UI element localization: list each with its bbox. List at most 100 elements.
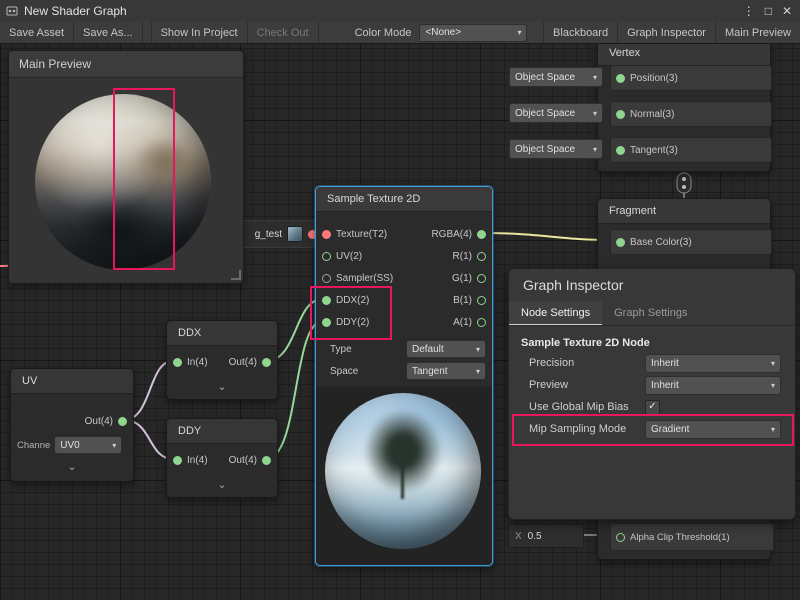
resize-grip[interactable]	[231, 270, 241, 280]
uv-node-header[interactable]: UV	[11, 369, 133, 394]
main-preview-title: Main Preview	[19, 57, 91, 71]
g-output-port[interactable]	[477, 274, 486, 283]
sample-row-ddx: DDX(2) B(1)	[316, 289, 492, 311]
chevron-down-icon: ▾	[771, 425, 775, 434]
sampler-input-port[interactable]	[322, 274, 331, 283]
ddy-expand-toggle[interactable]: ⌄	[167, 479, 277, 491]
fragment-node-title: Fragment	[609, 205, 656, 217]
b-output-label: B(1)	[453, 295, 472, 306]
ddy-node[interactable]: DDY In(4) Out(4) ⌄	[166, 418, 278, 498]
close-button[interactable]: ✕	[782, 4, 792, 18]
save-asset-button[interactable]: Save Asset	[0, 22, 74, 43]
ddx-out-port[interactable]	[262, 358, 271, 367]
graph-inspector-panel[interactable]: Graph Inspector Node Settings Graph Sett…	[508, 268, 796, 520]
sample-node-title: Sample Texture 2D	[327, 193, 420, 205]
uv-input-label: UV(2)	[336, 251, 362, 262]
base-color-port[interactable]	[616, 238, 625, 247]
r-output-port[interactable]	[477, 252, 486, 261]
ddy-row: In(4) Out(4)	[167, 447, 277, 473]
type-dropdown[interactable]: Default ▾	[406, 340, 486, 358]
b-output-port[interactable]	[477, 296, 486, 305]
sample-node-preview[interactable]	[316, 387, 492, 565]
position-space-dropdown[interactable]: Object Space ▾	[509, 67, 603, 87]
mip-mode-dropdown[interactable]: Gradient ▾	[645, 420, 781, 439]
alpha-clip-value: 0.5	[528, 531, 542, 542]
uv-input-port[interactable]	[322, 252, 331, 261]
ddx-row: In(4) Out(4)	[167, 349, 277, 375]
ddx-node-header[interactable]: DDX	[167, 321, 277, 346]
chevron-down-icon: ▾	[476, 367, 480, 376]
vertex-node-header[interactable]: Vertex	[598, 41, 770, 66]
blackboard-toggle-button[interactable]: Blackboard	[543, 22, 617, 43]
normal-port[interactable]	[616, 110, 625, 119]
uv-node[interactable]: UV Out(4) Channe UV0 ▾ ⌄	[10, 368, 134, 482]
uv-channel-dropdown[interactable]: UV0 ▾	[54, 436, 122, 454]
more-menu-button[interactable]: ⋮	[743, 4, 755, 18]
sample-node-header[interactable]: Sample Texture 2D	[316, 187, 492, 212]
tangent-port[interactable]	[616, 146, 625, 155]
vertex-row-position[interactable]: Position(3)	[610, 65, 772, 91]
ddx-input-port[interactable]	[322, 296, 331, 305]
ddy-node-title: DDY	[178, 425, 201, 437]
space-dropdown[interactable]: Tangent ▾	[406, 362, 486, 380]
precision-dropdown[interactable]: Inherit ▾	[645, 354, 781, 373]
preview-row: Preview Inherit ▾	[521, 374, 783, 396]
color-mode-dropdown[interactable]: <None> ▾	[419, 24, 527, 42]
tangent-space-dropdown[interactable]: Object Space ▾	[509, 139, 603, 159]
vertex-row-tangent[interactable]: Tangent(3)	[610, 137, 772, 163]
maximize-button[interactable]: □	[765, 4, 772, 18]
texture-input-port[interactable]	[322, 230, 331, 239]
fragment-row-alpha-clip[interactable]: Alpha Clip Threshold(1)	[610, 523, 774, 551]
preview-dropdown[interactable]: Inherit ▾	[645, 376, 781, 395]
ddx-node[interactable]: DDX In(4) Out(4) ⌄	[166, 320, 278, 400]
sample-texture-2d-node[interactable]: Sample Texture 2D Texture(T2) RGBA(4) UV…	[315, 186, 493, 566]
color-mode-value: <None>	[425, 27, 461, 38]
normal-space-dropdown[interactable]: Object Space ▾	[509, 103, 603, 123]
ddy-node-header[interactable]: DDY	[167, 419, 277, 444]
alpha-clip-port[interactable]	[616, 533, 625, 542]
chevron-down-icon: ▾	[476, 345, 480, 354]
graph-inspector-toggle-button[interactable]: Graph Inspector	[617, 22, 715, 43]
precision-row: Precision Inherit ▾	[521, 352, 783, 374]
uv-channel-row: Channe UV0 ▾	[11, 435, 133, 455]
tab-node-settings[interactable]: Node Settings	[509, 301, 602, 325]
window-title: New Shader Graph	[24, 4, 127, 18]
ddy-in-label: In(4)	[187, 455, 208, 466]
sampler-input-label: Sampler(SS)	[336, 273, 393, 284]
mip-bias-checkbox[interactable]: ✓	[645, 400, 660, 415]
fragment-row-base-color[interactable]: Base Color(3)	[610, 229, 772, 255]
ddx-in-port[interactable]	[173, 358, 182, 367]
preview-label: Preview	[521, 379, 568, 391]
main-preview-body[interactable]	[9, 78, 243, 282]
save-as-button[interactable]: Save As...	[74, 22, 143, 43]
uv-out-port[interactable]	[118, 417, 127, 426]
ddy-out-port[interactable]	[262, 456, 271, 465]
sample-row-texture: Texture(T2) RGBA(4)	[316, 223, 492, 245]
vertex-node[interactable]: Vertex Position(3) Normal(3) Tangent(3)	[597, 40, 771, 172]
main-preview-toggle-button[interactable]: Main Preview	[715, 22, 800, 43]
title-bar: New Shader Graph ⋮ □ ✕	[0, 0, 800, 23]
fragment-node-header[interactable]: Fragment	[598, 199, 770, 224]
ddy-input-port[interactable]	[322, 318, 331, 327]
sample-preview-sphere[interactable]	[325, 393, 481, 549]
uv-node-title: UV	[22, 375, 37, 387]
ddy-in-port[interactable]	[173, 456, 182, 465]
chevron-down-icon: ▾	[593, 109, 597, 118]
sample-row-ddy: DDY(2) A(1)	[316, 311, 492, 333]
uv-expand-toggle[interactable]: ⌄	[11, 461, 133, 473]
rgba-output-port[interactable]	[477, 230, 486, 239]
main-preview-header[interactable]: Main Preview	[9, 51, 243, 78]
position-label: Position(3)	[630, 73, 678, 84]
graph-inspector-header[interactable]: Graph Inspector	[509, 269, 795, 301]
show-in-project-button[interactable]: Show In Project	[151, 22, 248, 43]
tab-graph-settings[interactable]: Graph Settings	[602, 301, 699, 325]
main-preview-panel[interactable]: Main Preview	[8, 50, 244, 284]
a-output-port[interactable]	[477, 318, 486, 327]
color-mode-label: Color Mode	[347, 22, 420, 43]
position-port[interactable]	[616, 74, 625, 83]
main-preview-sphere[interactable]	[35, 94, 211, 270]
ddx-expand-toggle[interactable]: ⌄	[167, 381, 277, 393]
vertex-row-normal[interactable]: Normal(3)	[610, 101, 772, 127]
tangent-label: Tangent(3)	[630, 145, 678, 156]
alpha-clip-value-field[interactable]: X 0.5	[508, 524, 584, 548]
